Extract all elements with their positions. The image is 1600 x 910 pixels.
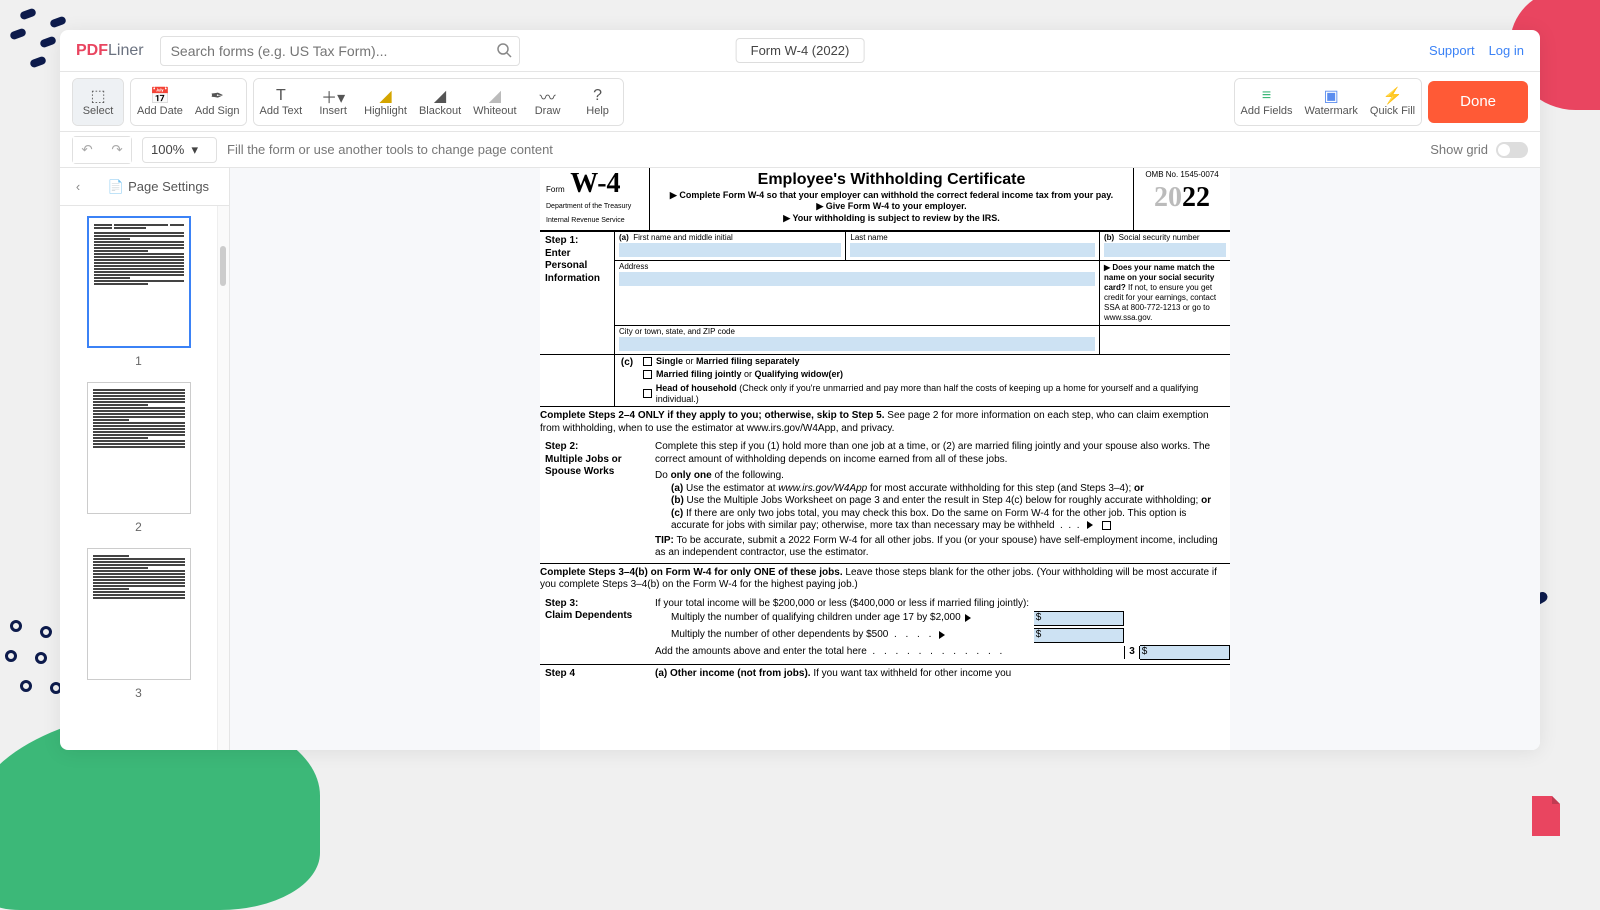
undo-redo-group: ↶ ↷	[72, 136, 132, 164]
draw-icon: 〰	[540, 87, 556, 105]
quick-fill-tool[interactable]: ⚡Quick Fill	[1364, 79, 1421, 125]
blackout-icon: ◢	[434, 87, 446, 105]
dept1: Department of the Treasury	[546, 203, 643, 212]
year-suffix: 22	[1182, 182, 1210, 213]
cursor-icon: ⬚	[90, 87, 105, 105]
chk-married[interactable]	[643, 370, 652, 379]
redo-button[interactable]: ↷	[103, 137, 131, 163]
show-grid-control: Show grid	[1430, 142, 1528, 158]
signature-icon: ✒	[211, 87, 224, 105]
undo-button[interactable]: ↶	[73, 137, 101, 163]
step2c-checkbox[interactable]	[1102, 521, 1111, 530]
bolt-icon: ⚡	[1383, 87, 1403, 105]
zoom-select[interactable]: 100% ▾	[142, 137, 217, 163]
add-text-tool[interactable]: TAdd Text	[254, 79, 309, 125]
watermark-icon: ▣	[1324, 87, 1339, 105]
form-name-tag: Form W-4 (2022)	[736, 38, 865, 63]
login-link[interactable]: Log in	[1489, 43, 1524, 58]
pdf-badge-icon	[1522, 792, 1570, 840]
show-grid-toggle[interactable]	[1496, 142, 1528, 158]
thumb-1-wrap: 1	[68, 216, 209, 368]
plus-icon: ＋▾	[321, 87, 345, 105]
draw-tool[interactable]: 〰Draw	[523, 79, 573, 125]
address-field[interactable]	[619, 272, 1095, 286]
sidepanel: ‹ 📄 Page Settings	[60, 168, 230, 750]
thumb-1[interactable]	[87, 216, 191, 348]
help-icon: ?	[593, 87, 602, 105]
page-settings-icon: 📄	[108, 179, 124, 195]
chk-single[interactable]	[643, 357, 652, 366]
omb: OMB No. 1545-0074	[1138, 170, 1226, 180]
select-tool[interactable]: ⬚Select	[73, 79, 123, 125]
thumbs-scrollbar[interactable]	[217, 206, 229, 750]
form-label: Form	[546, 185, 565, 194]
chk-hoh[interactable]	[643, 389, 652, 398]
app-frame: PDFLiner Form W-4 (2022) Support Log in …	[60, 30, 1540, 750]
highlight-tool[interactable]: ◢Highlight	[358, 79, 413, 125]
page-settings-label[interactable]: 📄 Page Settings	[96, 179, 221, 195]
toolbar: ⬚Select 📅Add Date ✒Add Sign TAdd Text ＋▾…	[60, 72, 1540, 132]
step3-children-field[interactable]	[1043, 612, 1123, 625]
sub3: ▶ Your withholding is subject to review …	[654, 213, 1129, 224]
add-date-tool[interactable]: 📅Add Date	[131, 79, 189, 125]
step3-label: Step 3: Claim Dependents	[540, 595, 650, 665]
thumb-3-wrap: 3	[68, 548, 209, 700]
thumb-2-wrap: 2	[68, 382, 209, 534]
last-name-field[interactable]	[850, 243, 1095, 257]
dept2: Internal Revenue Service	[546, 217, 643, 226]
add-fields-tool[interactable]: ≡Add Fields	[1235, 79, 1299, 125]
insert-tool[interactable]: ＋▾Insert	[308, 79, 358, 125]
form-code: W-4	[570, 168, 620, 199]
thumb-3[interactable]	[87, 548, 191, 680]
form-title: Employee's Withholding Certificate	[654, 170, 1129, 190]
form-w4-page: Form W-4 Department of the Treasury Inte…	[540, 168, 1230, 750]
step1-label: Step 1: Enter Personal Information	[540, 232, 614, 354]
panel-collapse-button[interactable]: ‹	[68, 179, 88, 194]
help-tool[interactable]: ?Help	[573, 79, 623, 125]
top-links: Support Log in	[1429, 43, 1524, 58]
thumb-1-num: 1	[135, 354, 142, 368]
search-wrap	[160, 36, 520, 66]
logo-part1: PDF	[76, 42, 108, 60]
sidepanel-header: ‹ 📄 Page Settings	[60, 168, 229, 206]
first-name-field[interactable]	[619, 243, 841, 257]
thumb-2-num: 2	[135, 520, 142, 534]
highlight-icon: ◢	[379, 87, 391, 105]
done-button[interactable]: Done	[1428, 81, 1528, 123]
text-icon: T	[276, 87, 286, 105]
step3-other-field[interactable]	[1043, 629, 1123, 642]
whiteout-tool[interactable]: ◢Whiteout	[467, 79, 522, 125]
watermark-tool[interactable]: ▣Watermark	[1299, 79, 1364, 125]
hint-text: Fill the form or use another tools to ch…	[227, 142, 553, 157]
year-prefix: 20	[1154, 182, 1182, 213]
thumb-3-num: 3	[135, 686, 142, 700]
step3-num: 3	[1124, 646, 1140, 659]
document-canvas[interactable]: Form W-4 Department of the Treasury Inte…	[230, 168, 1540, 750]
whiteout-icon: ◢	[489, 87, 501, 105]
fields-icon: ≡	[1262, 87, 1271, 105]
sub2: ▶ Give Form W-4 to your employer.	[654, 201, 1129, 212]
content-area: ‹ 📄 Page Settings	[60, 168, 1540, 750]
subbar: ↶ ↷ 100% ▾ Fill the form or use another …	[60, 132, 1540, 168]
step3-total-field[interactable]	[1149, 646, 1229, 659]
city-field[interactable]	[619, 337, 1095, 351]
logo: PDFLiner	[76, 42, 144, 60]
calendar-icon: 📅	[150, 87, 170, 105]
c-label: (c)	[615, 355, 639, 406]
thumb-2[interactable]	[87, 382, 191, 514]
thumbnails: 1 2	[60, 206, 217, 750]
search-input[interactable]	[160, 36, 520, 66]
step4-label: Step 4	[540, 665, 650, 684]
add-sign-tool[interactable]: ✒Add Sign	[189, 79, 246, 125]
topbar: PDFLiner Form W-4 (2022) Support Log in	[60, 30, 1540, 72]
ssn-field[interactable]	[1104, 243, 1226, 257]
step2-label: Step 2: Multiple Jobs or Spouse Works	[540, 438, 650, 563]
show-grid-label: Show grid	[1430, 142, 1488, 157]
sub1: ▶ Complete Form W-4 so that your employe…	[654, 190, 1129, 201]
logo-part2: Liner	[108, 42, 144, 60]
support-link[interactable]: Support	[1429, 43, 1475, 58]
search-icon[interactable]	[496, 42, 512, 63]
blackout-tool[interactable]: ◢Blackout	[413, 79, 467, 125]
